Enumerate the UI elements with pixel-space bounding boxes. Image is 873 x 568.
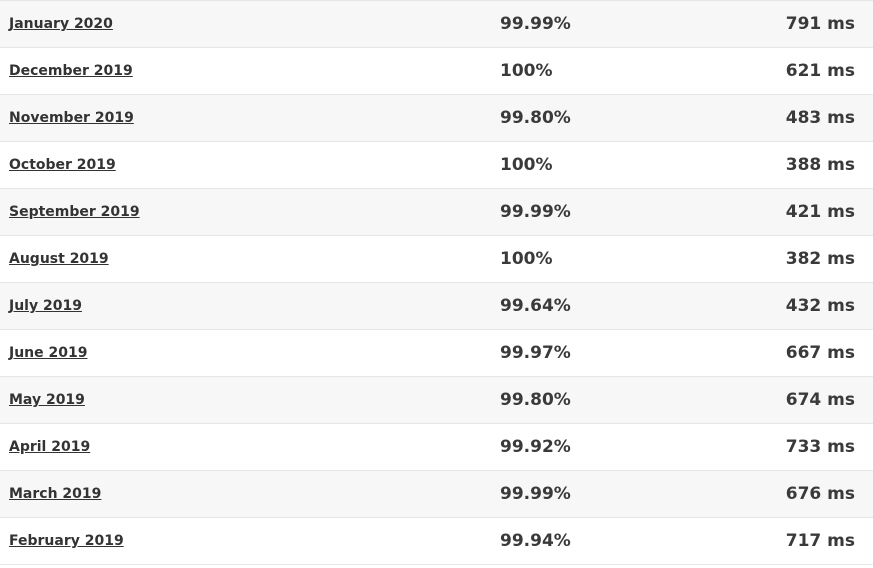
month-link[interactable]: May 2019 (9, 392, 85, 408)
table-row: May 2019 99.80% 674 ms (0, 376, 873, 424)
response-time-cell: 483 ms (760, 94, 873, 142)
month-link[interactable]: December 2019 (9, 63, 133, 79)
uptime-cell: 99.99% (500, 470, 760, 518)
month-link[interactable]: March 2019 (9, 486, 101, 502)
response-time-cell: 432 ms (760, 282, 873, 330)
uptime-table: January 2020 99.99% 791 ms December 2019 100… (0, 0, 873, 565)
month-link[interactable]: August 2019 (9, 251, 109, 267)
month-cell: May 2019 (0, 376, 500, 424)
table-row: October 2019 100% 388 ms (0, 141, 873, 189)
table-row: September 2019 99.99% 421 ms (0, 188, 873, 236)
uptime-cell: 100% (500, 141, 760, 189)
table-row: March 2019 99.99% 676 ms (0, 470, 873, 518)
uptime-cell: 99.80% (500, 376, 760, 424)
table-row: August 2019 100% 382 ms (0, 235, 873, 283)
uptime-cell: 99.94% (500, 517, 760, 565)
month-cell: March 2019 (0, 470, 500, 518)
table-row: June 2019 99.97% 667 ms (0, 329, 873, 377)
table-row: January 2020 99.99% 791 ms (0, 0, 873, 48)
month-cell: June 2019 (0, 329, 500, 377)
month-cell: November 2019 (0, 94, 500, 142)
response-time-cell: 382 ms (760, 235, 873, 283)
response-time-cell: 791 ms (760, 0, 873, 48)
month-cell: October 2019 (0, 141, 500, 189)
uptime-cell: 99.92% (500, 423, 760, 471)
month-link[interactable]: September 2019 (9, 204, 140, 220)
table-row: December 2019 100% 621 ms (0, 47, 873, 95)
uptime-cell: 100% (500, 47, 760, 95)
month-link[interactable]: June 2019 (9, 345, 87, 361)
month-cell: January 2020 (0, 0, 500, 48)
month-link[interactable]: November 2019 (9, 110, 134, 126)
uptime-cell: 99.80% (500, 94, 760, 142)
uptime-cell: 99.97% (500, 329, 760, 377)
response-time-cell: 388 ms (760, 141, 873, 189)
month-cell: August 2019 (0, 235, 500, 283)
table-row: November 2019 99.80% 483 ms (0, 94, 873, 142)
month-link[interactable]: October 2019 (9, 157, 116, 173)
uptime-cell: 99.64% (500, 282, 760, 330)
table-row: February 2019 99.94% 717 ms (0, 517, 873, 565)
response-time-cell: 421 ms (760, 188, 873, 236)
response-time-cell: 621 ms (760, 47, 873, 95)
uptime-cell: 99.99% (500, 188, 760, 236)
month-cell: December 2019 (0, 47, 500, 95)
month-cell: April 2019 (0, 423, 500, 471)
response-time-cell: 667 ms (760, 329, 873, 377)
response-time-cell: 717 ms (760, 517, 873, 565)
table-row: July 2019 99.64% 432 ms (0, 282, 873, 330)
month-cell: September 2019 (0, 188, 500, 236)
uptime-cell: 99.99% (500, 0, 760, 48)
month-link[interactable]: February 2019 (9, 533, 124, 549)
uptime-cell: 100% (500, 235, 760, 283)
table-row: April 2019 99.92% 733 ms (0, 423, 873, 471)
response-time-cell: 674 ms (760, 376, 873, 424)
month-link[interactable]: April 2019 (9, 439, 90, 455)
month-link[interactable]: January 2020 (9, 16, 113, 32)
month-link[interactable]: July 2019 (9, 298, 82, 314)
response-time-cell: 733 ms (760, 423, 873, 471)
month-cell: July 2019 (0, 282, 500, 330)
response-time-cell: 676 ms (760, 470, 873, 518)
month-cell: February 2019 (0, 517, 500, 565)
